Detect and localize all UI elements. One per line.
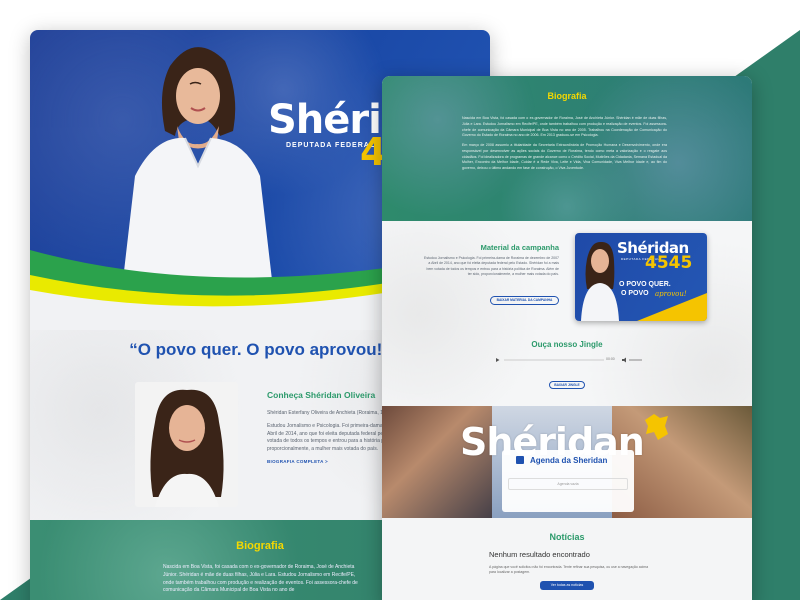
download-material-button[interactable]: BAIXAR MATERIAL DA CAMPANHA (490, 296, 559, 305)
campaign-material-section: Material da campanha Estudou Jornalismo … (382, 221, 752, 406)
material-text: Estudou Jornalismo e Psicologia. Foi pri… (423, 256, 559, 277)
card-slogan-line1: O POVO QUER. (619, 281, 671, 288)
biography-text: Nascida em Boa Vista, foi casada com o e… (462, 116, 667, 176)
news-title: Notícias (549, 532, 585, 542)
jingle-title: Ouça nosso Jingle (531, 340, 603, 349)
campaign-card: Shéridan DEPUTADA FEDERAL 4545 O POVO QU… (575, 233, 707, 321)
portrait-photo (135, 382, 238, 507)
audio-player[interactable] (494, 356, 644, 364)
roraima-map-icon (645, 414, 668, 440)
card-corner-accent (637, 293, 707, 321)
agenda-section: Shéridan Agenda da Sheridan Agenda vazia (382, 406, 752, 518)
biography-section: Biografia Nascida em Boa Vista, foi casa… (382, 76, 752, 221)
agenda-empty-message: Agenda vazia (508, 478, 628, 490)
all-news-button[interactable]: Ver todas as notícias (540, 581, 594, 590)
biography-paragraph: Em março de 2008 assumiu a titularidade … (462, 143, 667, 170)
agenda-title: Agenda da Sheridan (530, 456, 608, 465)
play-icon[interactable] (496, 358, 500, 362)
news-section: Notícias Nenhum resultado encontrado A p… (382, 518, 752, 600)
biography-title: Biografia (547, 91, 587, 101)
download-jingle-button[interactable]: BAIXAR JINGLE (549, 381, 585, 389)
calendar-icon (516, 456, 524, 464)
card-logo-number: 4545 (645, 253, 693, 273)
biography-paragraph: Nascida em Boa Vista, foi casada com o e… (462, 116, 667, 138)
news-empty-text: A página que você solicitou não foi enco… (489, 565, 649, 575)
card-photo (581, 241, 619, 321)
biography-text: Nascida em Boa Vista, foi casada com o e… (163, 564, 358, 594)
audio-time: 00:00 (606, 357, 615, 361)
inner-page-mockup: Biografia Nascida em Boa Vista, foi casa… (382, 76, 752, 600)
material-title: Material da campanha (480, 243, 559, 252)
volume-icon[interactable] (622, 357, 626, 363)
news-empty-heading: Nenhum resultado encontrado (489, 550, 590, 559)
